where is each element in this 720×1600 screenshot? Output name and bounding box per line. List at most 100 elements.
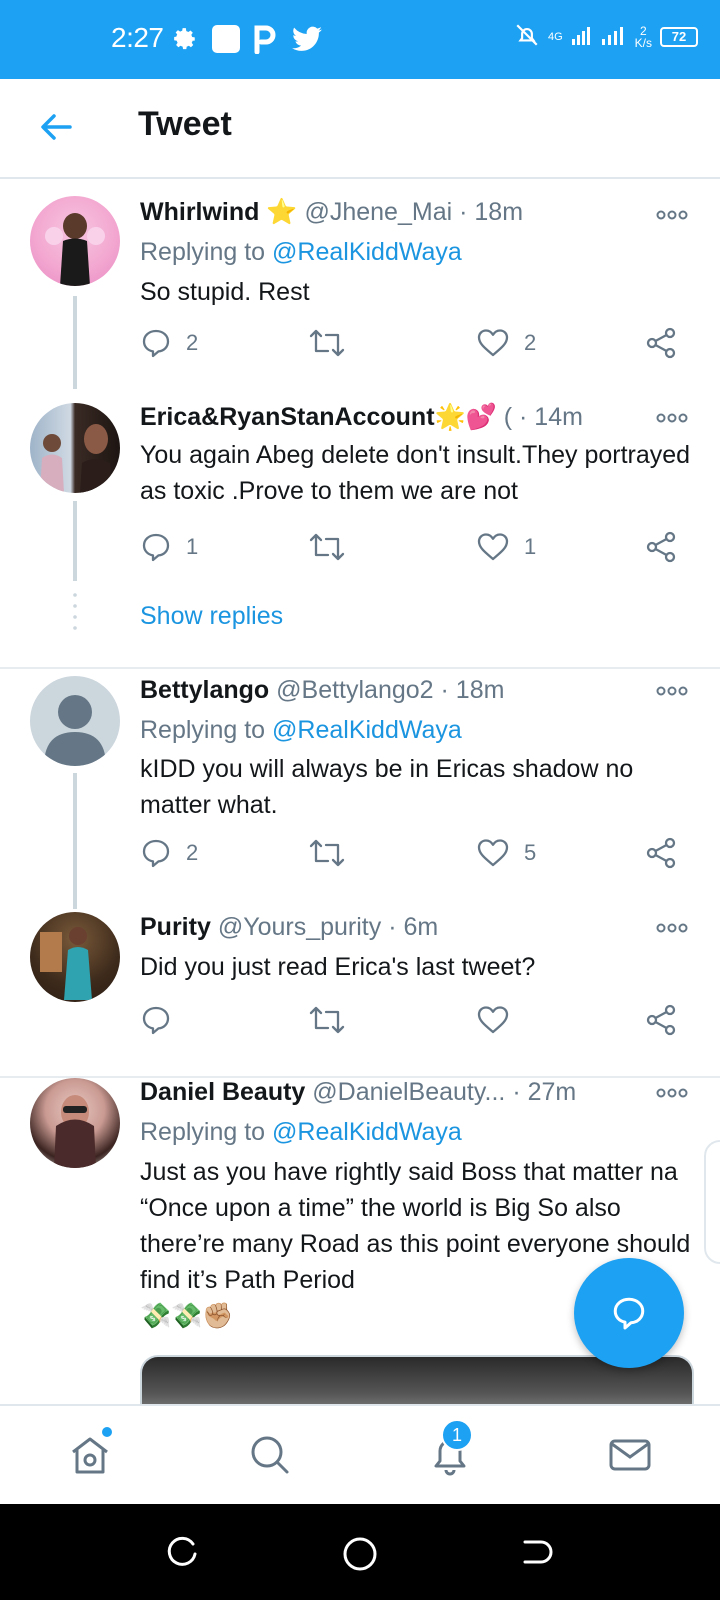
reply-button[interactable]: 2 [140,327,198,359]
user-handle[interactable]: ( [504,403,512,431]
back-arrow-icon[interactable] [36,107,76,147]
heart-icon [477,1006,509,1034]
default-avatar-icon [44,695,106,766]
share-icon [646,1004,676,1036]
avatar[interactable] [30,912,120,1002]
share-icon [646,327,676,359]
display-name[interactable]: Erica&RyanStanAccount [140,403,435,431]
display-name[interactable]: Whirlwind [140,198,259,226]
home-icon [72,1437,108,1474]
reply-button[interactable]: 2 [140,837,198,869]
tweet-item[interactable]: Purity @Yours_purity · 6m Did you just r… [0,909,720,1054]
p-app-icon [252,24,278,54]
twitter-bird-icon [292,24,322,54]
avatar[interactable] [30,196,120,286]
name-emoji: ⭐ [266,198,298,226]
like-button[interactable]: 5 [476,837,536,869]
name-emoji: 🌟💕 [434,403,497,431]
notifications-tab[interactable]: 1 [425,1419,475,1480]
thread-dots [73,591,77,631]
retweet-button[interactable] [308,531,346,563]
share-icon [646,531,676,563]
replying-to-handle[interactable]: @RealKiddWaya [272,716,462,744]
avatar[interactable] [30,403,120,493]
notification-badge: 1 [441,1419,473,1451]
like-button[interactable]: 2 [476,327,536,359]
home-tab[interactable] [65,1427,115,1480]
show-replies-link[interactable]: Show replies [140,602,283,631]
tweet-actions: 1 1 [140,531,695,571]
replying-to: Replying to @RealKiddWaya [140,716,462,744]
reply-icon [142,1006,170,1035]
share-button[interactable] [645,327,677,359]
tweet-meta: Daniel Beauty @DanielBeauty... · 27m [140,1078,576,1107]
like-button[interactable]: 1 [476,531,536,563]
tweet-item[interactable]: Erica&RyanStanAccount🌟💕 ( · 14m You agai… [0,389,720,651]
reply-icon [142,839,170,868]
mail-icon [609,1439,651,1471]
tweet-text: So stupid. Rest [140,278,310,306]
user-handle[interactable]: @Bettylango2 [276,676,433,704]
user-handle[interactable]: @Yours_purity [218,913,381,941]
share-button[interactable] [645,531,677,563]
more-options-icon[interactable] [655,681,689,701]
like-count: 5 [524,840,537,865]
edge-panel-handle[interactable] [704,1140,720,1264]
reply-icon [142,329,170,358]
reply-count: 2 [186,330,199,355]
like-button[interactable] [476,1004,524,1036]
display-name[interactable]: Purity [140,913,211,941]
replying-to: Replying to @RealKiddWaya [140,1118,462,1146]
status-time: 2:27 [111,22,164,53]
signal2-icon [601,25,627,48]
net-speed: 2 K/s [634,23,652,50]
share-button[interactable] [645,1004,677,1036]
replying-to-handle[interactable]: @RealKiddWaya [272,238,462,266]
tweet-actions: 2 2 [140,327,695,367]
tweet-item[interactable]: Whirlwind ⭐ @Jhene_Mai · 18m Replying to… [0,179,720,389]
retweet-button[interactable] [308,1004,346,1036]
share-icon [646,837,676,869]
messages-tab[interactable] [605,1430,655,1480]
tweet-time: · 6m [388,913,439,941]
tweet-time: · 18m [459,198,524,226]
tweet-thread[interactable]: Whirlwind ⭐ @Jhene_Mai · 18m Replying to… [0,179,720,1404]
display-name[interactable]: Daniel Beauty [140,1078,305,1106]
retweet-button[interactable] [308,837,346,869]
search-tab[interactable] [245,1430,295,1480]
back-nav-icon[interactable] [515,1534,555,1574]
reply-button[interactable]: 1 [140,531,198,563]
tweet-meta: Bettylango @Bettylango2 · 18m [140,676,504,705]
home-circle-icon[interactable] [340,1534,380,1574]
thread-line [73,501,77,581]
tweet-text: You again Abeg delete don't insult.They … [140,441,691,505]
user-handle[interactable]: @Jhene_Mai [304,198,452,226]
avatar[interactable] [30,1078,120,1168]
replying-to-handle[interactable]: @RealKiddWaya [272,1118,462,1146]
tweet-item[interactable]: Bettylango @Bettylango2 · 18m Replying t… [0,669,720,909]
user-handle[interactable]: @DanielBeauty... [312,1078,505,1106]
avatar[interactable] [30,676,120,766]
reply-button[interactable] [140,1004,186,1036]
battery-indicator: 72 [660,26,698,47]
more-options-icon[interactable] [655,205,689,225]
signal-icon [571,25,593,48]
more-options-icon[interactable] [655,918,689,938]
tweet-meta: Whirlwind ⭐ @Jhene_Mai · 18m [140,198,523,227]
heart-icon [477,839,509,867]
retweet-button[interactable] [308,327,346,359]
status-bar: 2:27 4G 2 K/s 72 [0,0,720,79]
share-button[interactable] [645,837,677,869]
display-name[interactable]: Bettylango [140,676,269,704]
like-count: 2 [524,330,537,355]
more-options-icon[interactable] [655,408,689,428]
retweet-icon [309,533,345,561]
tweet-meta: Purity @Yours_purity · 6m [140,913,438,942]
compose-reply-button[interactable] [574,1258,684,1368]
retweet-icon [309,1006,345,1034]
more-options-icon[interactable] [655,1083,689,1103]
search-icon [251,1436,289,1474]
recents-icon[interactable] [165,1534,205,1574]
tweet-actions [140,1004,695,1044]
retweet-icon [309,329,345,357]
